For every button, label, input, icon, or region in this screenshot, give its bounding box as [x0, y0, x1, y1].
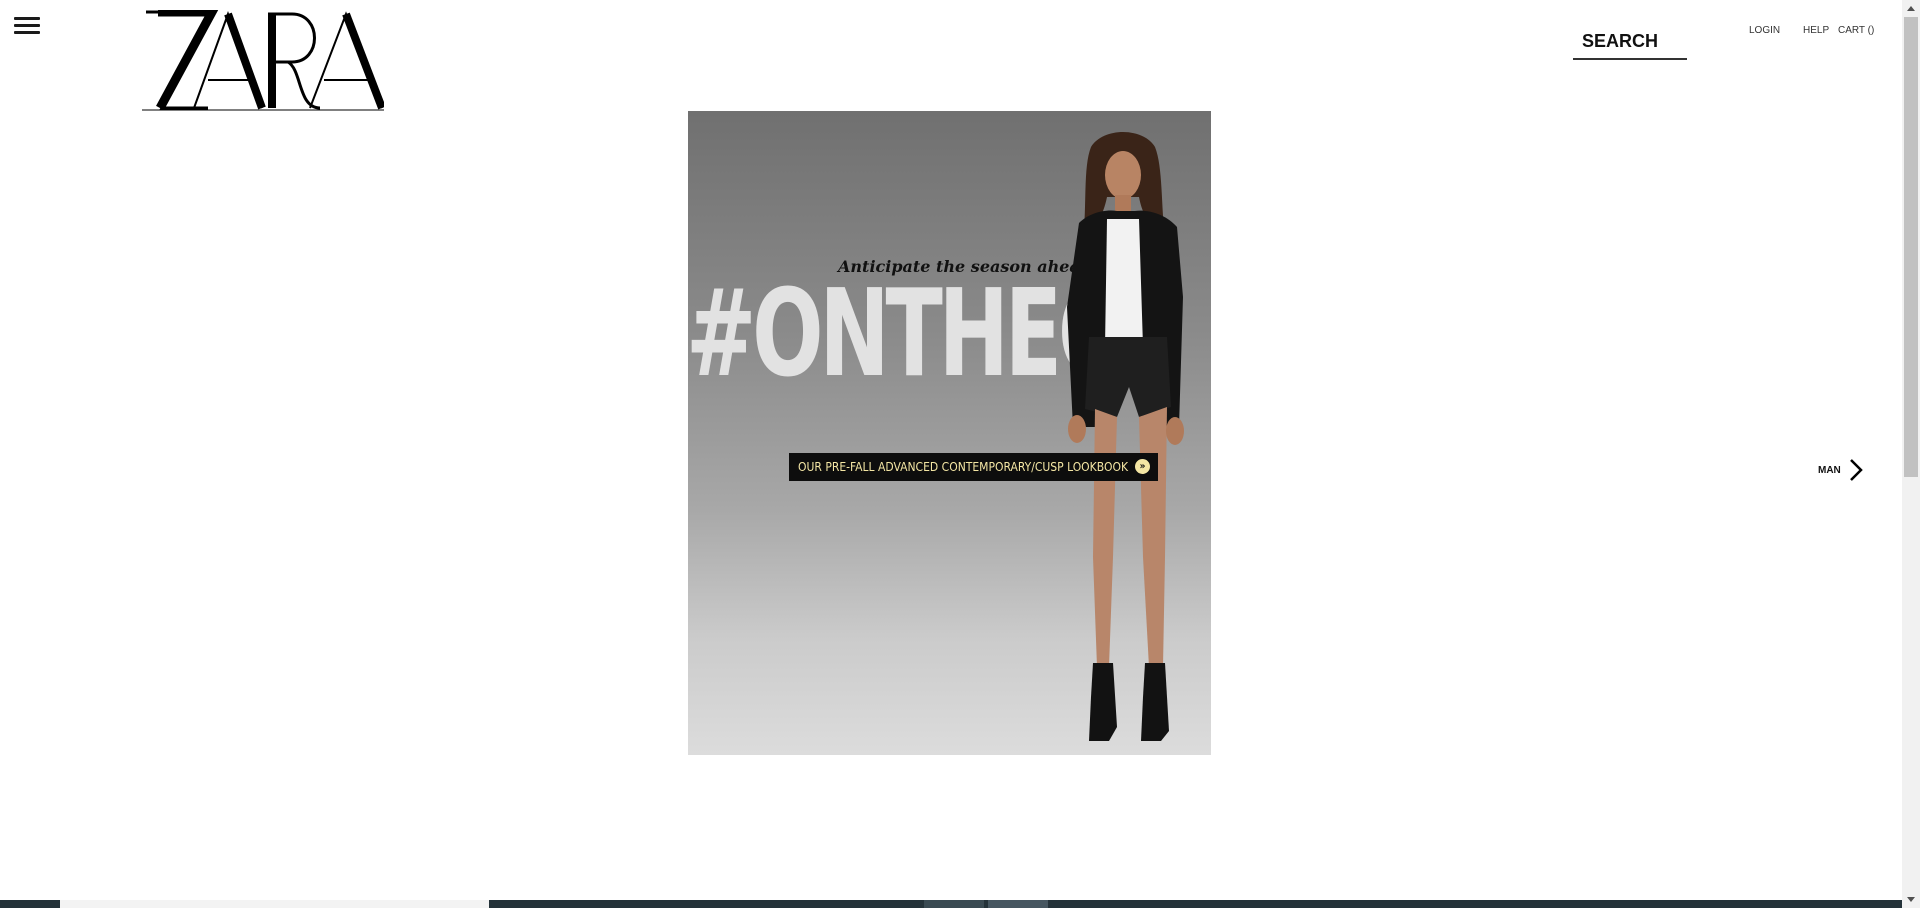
lookbook-banner-link[interactable]: OUR PRE-FALL ADVANCED CONTEMPORARY/CUSP …: [789, 453, 1159, 481]
scrollbar-thumb[interactable]: [1904, 17, 1918, 477]
man-link-label: MAN: [1818, 464, 1841, 476]
scroll-up-icon[interactable]: [1902, 0, 1920, 17]
hero-banner-image[interactable]: Anticipate the season ahead. #ONTHEC OUR…: [688, 111, 1211, 755]
lookbook-banner-text: OUR PRE-FALL ADVANCED CONTEMPORARY/CUSP …: [798, 460, 1129, 474]
chevron-right-icon: [1849, 459, 1863, 481]
next-section-man-link[interactable]: MAN: [1818, 458, 1863, 482]
taskbar-search-area[interactable]: [60, 900, 489, 908]
zara-logo[interactable]: [142, 10, 384, 113]
taskbar-item[interactable]: [924, 900, 984, 908]
double-arrow-icon: »: [1135, 459, 1151, 474]
help-link[interactable]: HELP: [1803, 25, 1829, 36]
bottom-taskbar: [0, 900, 1902, 908]
scroll-down-icon[interactable]: [1902, 891, 1920, 908]
model-photo: [1067, 132, 1184, 741]
search-input[interactable]: [1573, 25, 1687, 58]
menu-icon[interactable]: [14, 14, 40, 36]
search-box[interactable]: [1573, 25, 1687, 60]
taskbar-item[interactable]: [988, 900, 1048, 908]
vertical-scrollbar[interactable]: [1902, 0, 1920, 908]
login-link[interactable]: LOGIN: [1749, 25, 1780, 36]
cart-link[interactable]: CART (): [1838, 25, 1874, 36]
